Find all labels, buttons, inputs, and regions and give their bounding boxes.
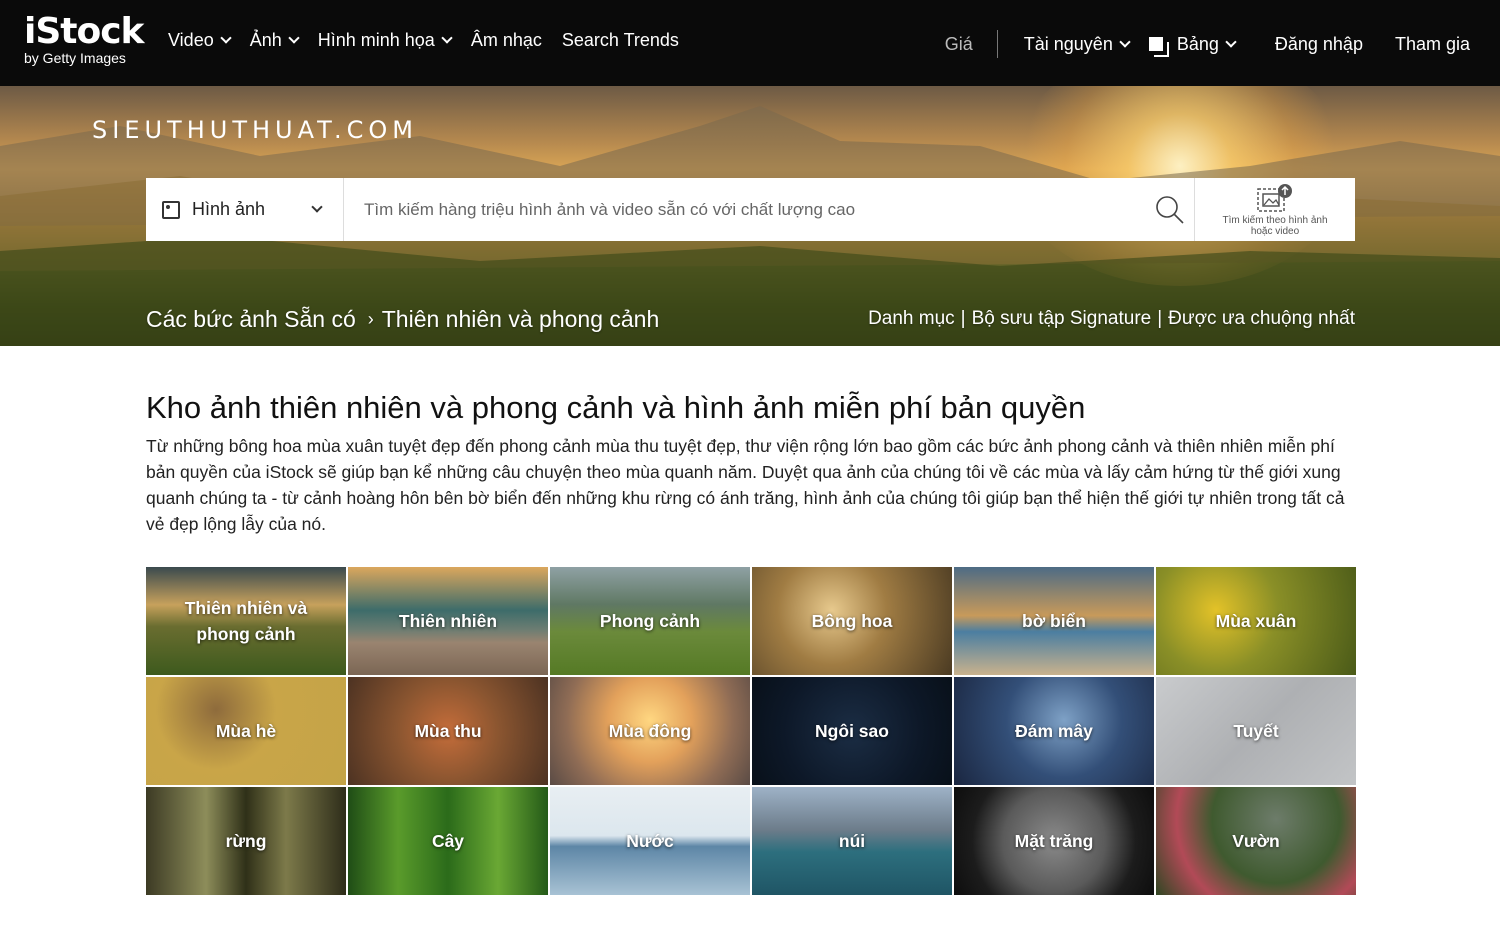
boards-label: Bảng bbox=[1176, 33, 1219, 54]
search-button[interactable] bbox=[1145, 178, 1195, 241]
image-icon bbox=[162, 200, 180, 219]
category-label: Tuyết bbox=[1233, 721, 1279, 741]
breadcrumb-stock-photos[interactable]: Các bức ảnh Sẵn có bbox=[146, 306, 356, 333]
category-tile-snow[interactable]: Tuyết bbox=[1156, 677, 1356, 785]
category-tile-landscape[interactable]: Phong cảnh bbox=[550, 567, 750, 675]
pricing-link[interactable]: Giá bbox=[945, 34, 973, 55]
category-tile-nature-landscapes[interactable]: Thiên nhiên và phong cảnh bbox=[146, 567, 346, 675]
nav-item-photos[interactable]: Ảnh bbox=[249, 30, 300, 51]
category-label: Phong cảnh bbox=[599, 611, 701, 631]
most-popular-link[interactable]: Được ưa chuộng nhất bbox=[1168, 308, 1355, 330]
nav-item-label: Âm nhạc bbox=[470, 30, 542, 50]
image-upload-icon bbox=[1257, 183, 1292, 212]
category-tile-water[interactable]: Nước bbox=[550, 787, 750, 895]
category-tile-beach[interactable]: bờ biển bbox=[954, 567, 1154, 675]
resources-menu[interactable]: Tài nguyên bbox=[1023, 33, 1131, 55]
signature-collection-link[interactable]: Bộ sưu tập Signature bbox=[972, 308, 1152, 330]
nav-item-video[interactable]: Video bbox=[168, 30, 232, 51]
category-label: Bông hoa bbox=[811, 611, 893, 631]
category-tile-stars[interactable]: Ngôi sao bbox=[752, 677, 952, 785]
category-label: Ngôi sao bbox=[815, 721, 889, 741]
category-tile-moon[interactable]: Mặt trăng bbox=[954, 787, 1154, 895]
category-tile-autumn[interactable]: Mùa thu bbox=[348, 677, 548, 785]
chevron-down-icon bbox=[441, 32, 453, 44]
category-label: Thiên nhiên và phong cảnh bbox=[184, 598, 308, 644]
category-tile-garden[interactable]: Vườn bbox=[1156, 787, 1356, 895]
category-label: Nước bbox=[626, 831, 674, 851]
category-label: núi bbox=[838, 831, 866, 851]
category-label: Mặt trăng bbox=[1014, 831, 1094, 851]
category-label: Đám mây bbox=[1015, 721, 1093, 741]
top-nav: iStock by Getty Images Video Ảnh Hình mi… bbox=[0, 0, 1500, 86]
link-separator: | bbox=[960, 308, 966, 329]
categories-link[interactable]: Danh mục bbox=[868, 308, 955, 330]
category-tile-trees[interactable]: Cây bbox=[348, 787, 548, 895]
hero-quick-links: Danh mục | Bộ sưu tập Signature | Được ư… bbox=[868, 308, 1355, 330]
category-label: Mùa xuân bbox=[1215, 611, 1297, 631]
category-tile-flower[interactable]: Bông hoa bbox=[752, 567, 952, 675]
nav-item-label: Hình minh họa bbox=[317, 30, 435, 50]
link-separator: | bbox=[1157, 308, 1163, 329]
board-icon bbox=[1148, 37, 1169, 57]
category-grid: Thiên nhiên và phong cảnh Thiên nhiên Ph… bbox=[146, 567, 1356, 895]
watermark-text: SIEUTHUTHUAT.COM bbox=[92, 116, 418, 144]
category-tile-nature[interactable]: Thiên nhiên bbox=[348, 567, 548, 675]
search-type-dropdown[interactable]: Hình ảnh bbox=[146, 178, 344, 241]
category-label: Cây bbox=[431, 831, 465, 851]
page-description: Từ những bông hoa mùa xuân tuyệt đẹp đến… bbox=[146, 436, 1345, 534]
chevron-down-icon bbox=[220, 32, 232, 44]
nav-divider bbox=[996, 30, 998, 58]
category-tile-forest[interactable]: rừng bbox=[146, 787, 346, 895]
category-label: bờ biển bbox=[1022, 611, 1086, 631]
nav-account-menu: Giá Tài nguyên Bảng Đăng nhập Tham gia bbox=[945, 30, 1470, 58]
search-bar: Hình ảnh Tìm kiếm theo hình ảnh hoặc vid… bbox=[146, 178, 1355, 241]
nav-item-search-trends[interactable]: Search Trends bbox=[562, 30, 679, 51]
chevron-down-icon bbox=[1225, 35, 1237, 48]
logo-subtitle: by Getty Images bbox=[24, 50, 126, 66]
search-type-label: Hình ảnh bbox=[192, 199, 266, 219]
category-label: Thiên nhiên bbox=[398, 611, 498, 631]
breadcrumb: Các bức ảnh Sẵn có › Thiên nhiên và phon… bbox=[146, 306, 659, 333]
category-label: Vườn bbox=[1232, 831, 1280, 851]
istock-logo[interactable]: iStock by Getty Images bbox=[24, 11, 144, 66]
resources-label: Tài nguyên bbox=[1023, 33, 1113, 54]
chevron-down-icon bbox=[311, 201, 323, 213]
breadcrumb-separator: › bbox=[367, 309, 374, 329]
category-tile-summer[interactable]: Mùa hè bbox=[146, 677, 346, 785]
category-label: Mùa đông bbox=[608, 721, 692, 741]
category-label: Mùa thu bbox=[414, 721, 482, 741]
join-link[interactable]: Tham gia bbox=[1395, 34, 1470, 55]
category-tile-clouds[interactable]: Đám mây bbox=[954, 677, 1154, 785]
nav-item-label: Video bbox=[168, 30, 214, 50]
sign-in-link[interactable]: Đăng nhập bbox=[1275, 34, 1363, 55]
category-tile-spring[interactable]: Mùa xuân bbox=[1156, 567, 1356, 675]
search-icon bbox=[1155, 195, 1184, 224]
category-tile-winter[interactable]: Mùa đông bbox=[550, 677, 750, 785]
hero-banner: SIEUTHUTHUAT.COM Hình ảnh Tìm kiếm theo … bbox=[0, 86, 1500, 346]
boards-menu[interactable]: Bảng bbox=[1148, 33, 1237, 57]
chevron-down-icon bbox=[1119, 35, 1131, 48]
category-tile-mountain[interactable]: núi bbox=[752, 787, 952, 895]
nav-item-label: Search Trends bbox=[561, 30, 679, 50]
nav-item-illustrations[interactable]: Hình minh họa bbox=[317, 30, 453, 51]
chevron-down-icon bbox=[288, 32, 300, 44]
logo-wordmark: iStock bbox=[24, 11, 144, 52]
search-input[interactable] bbox=[344, 178, 1145, 241]
category-label: Mùa hè bbox=[215, 721, 277, 741]
nav-item-music[interactable]: Âm nhạc bbox=[471, 30, 542, 51]
nav-item-label: Ảnh bbox=[249, 30, 282, 50]
category-label: rừng bbox=[225, 831, 267, 851]
breadcrumb-nature-landscapes[interactable]: Thiên nhiên và phong cảnh bbox=[382, 306, 660, 333]
visual-search-label: Tìm kiếm theo hình ảnh hoặc video bbox=[1222, 214, 1328, 237]
page-title: Kho ảnh thiên nhiên và phong cảnh và hìn… bbox=[146, 390, 1086, 425]
nav-primary-menu: Video Ảnh Hình minh họa Âm nhạc Search T… bbox=[168, 30, 699, 51]
visual-search-button[interactable]: Tìm kiếm theo hình ảnh hoặc video bbox=[1195, 178, 1355, 241]
